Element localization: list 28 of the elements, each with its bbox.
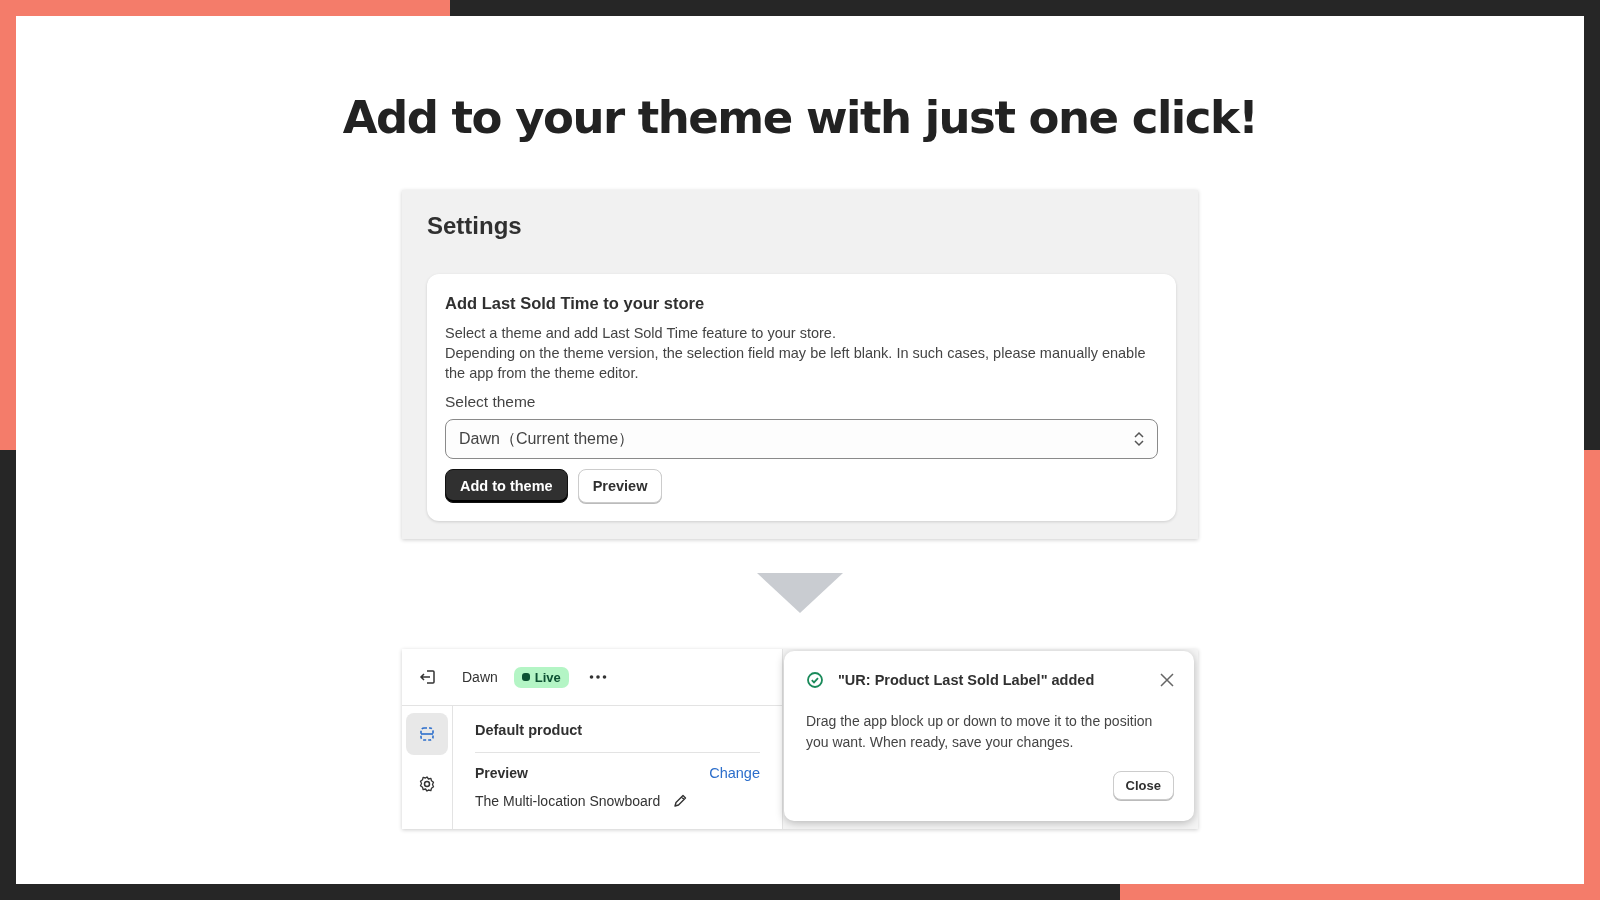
theme-select[interactable]: Dawn（Current theme） — [445, 419, 1158, 459]
page-title: Settings — [427, 212, 523, 240]
down-arrow-icon — [757, 573, 843, 613]
add-to-theme-button[interactable]: Add to theme — [445, 469, 568, 503]
sections-icon — [418, 725, 436, 743]
field-label: Select theme — [445, 393, 537, 411]
headline: Add to your theme with just one click! — [342, 90, 1258, 146]
description-text: Select a theme and add Last Sold Time feature to your store. — [445, 324, 837, 343]
product-name: The Multi-location Snowboard — [475, 793, 661, 809]
gear-icon — [418, 775, 436, 793]
exit-icon[interactable] — [418, 667, 438, 687]
theme-name: Dawn — [462, 669, 498, 685]
success-check-icon — [806, 671, 824, 689]
sections-tab[interactable] — [406, 713, 448, 755]
close-button[interactable]: Close — [1112, 771, 1174, 800]
pencil-icon[interactable] — [672, 793, 689, 809]
close-icon[interactable] — [1160, 673, 1174, 687]
description-text: Depending on the theme version, the selection field may be left blank. In such cases, please manually enable the app from the theme editor. — [445, 344, 1147, 383]
notification-title: "UR: Product Last Sold Label" added — [838, 672, 1096, 688]
chevron-icon — [1133, 430, 1145, 448]
change-link[interactable]: Change — [709, 765, 760, 781]
notification-message: Drag the app block up or down to move it to the position you want. When ready, save your changes. — [806, 712, 1154, 752]
more-icon[interactable] — [588, 674, 607, 680]
preview-button[interactable]: Preview — [577, 469, 663, 503]
section-title: Default product — [475, 722, 760, 753]
live-badge: Live — [513, 666, 569, 688]
preview-label: Preview — [475, 765, 528, 781]
card-heading: Add Last Sold Time to your store — [445, 294, 706, 313]
